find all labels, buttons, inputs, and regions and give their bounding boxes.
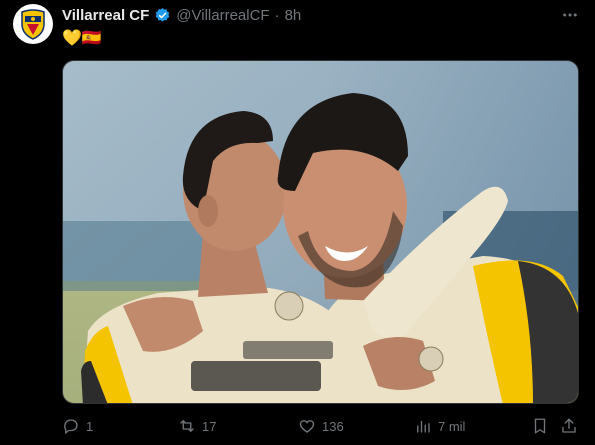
reply-button[interactable]: 1 [62,414,93,438]
like-count: 136 [322,418,344,434]
bookmark-button[interactable] [531,414,549,438]
separator: · [274,6,280,24]
share-icon [562,418,576,433]
repost-count: 17 [202,418,217,434]
more-options-icon[interactable] [561,6,579,29]
reply-count: 1 [86,418,94,434]
views-count: 7 mil [438,418,466,434]
like-button[interactable]: 136 [298,414,344,438]
timestamp[interactable]: 8h [285,7,302,24]
handle[interactable]: @VillarrealCF [176,7,269,24]
display-name[interactable]: Villarreal CF [62,7,149,24]
reply-icon [64,419,78,435]
tweet-text: 💛🇪🇦 [62,30,102,47]
villarreal-crest-icon [21,9,45,40]
tweet[interactable]: Villarreal CF @VillarrealCF · 8h 💛🇪🇦 1 1… [0,0,595,445]
photo-players-embrace [63,61,578,403]
repost-icon [180,420,194,432]
views-button[interactable]: 7 mil [414,414,465,438]
tweet-header: Villarreal CF @VillarrealCF · 8h [62,6,301,24]
bookmark-icon [534,418,546,434]
repost-button[interactable]: 17 [178,414,216,438]
share-button[interactable] [560,414,578,438]
tweet-photo[interactable] [62,60,579,404]
action-bar: 1 17 136 7 mil [62,414,579,438]
verified-badge-icon [156,7,170,22]
avatar[interactable] [13,4,53,44]
heart-icon [299,420,315,433]
views-icon [417,420,430,433]
